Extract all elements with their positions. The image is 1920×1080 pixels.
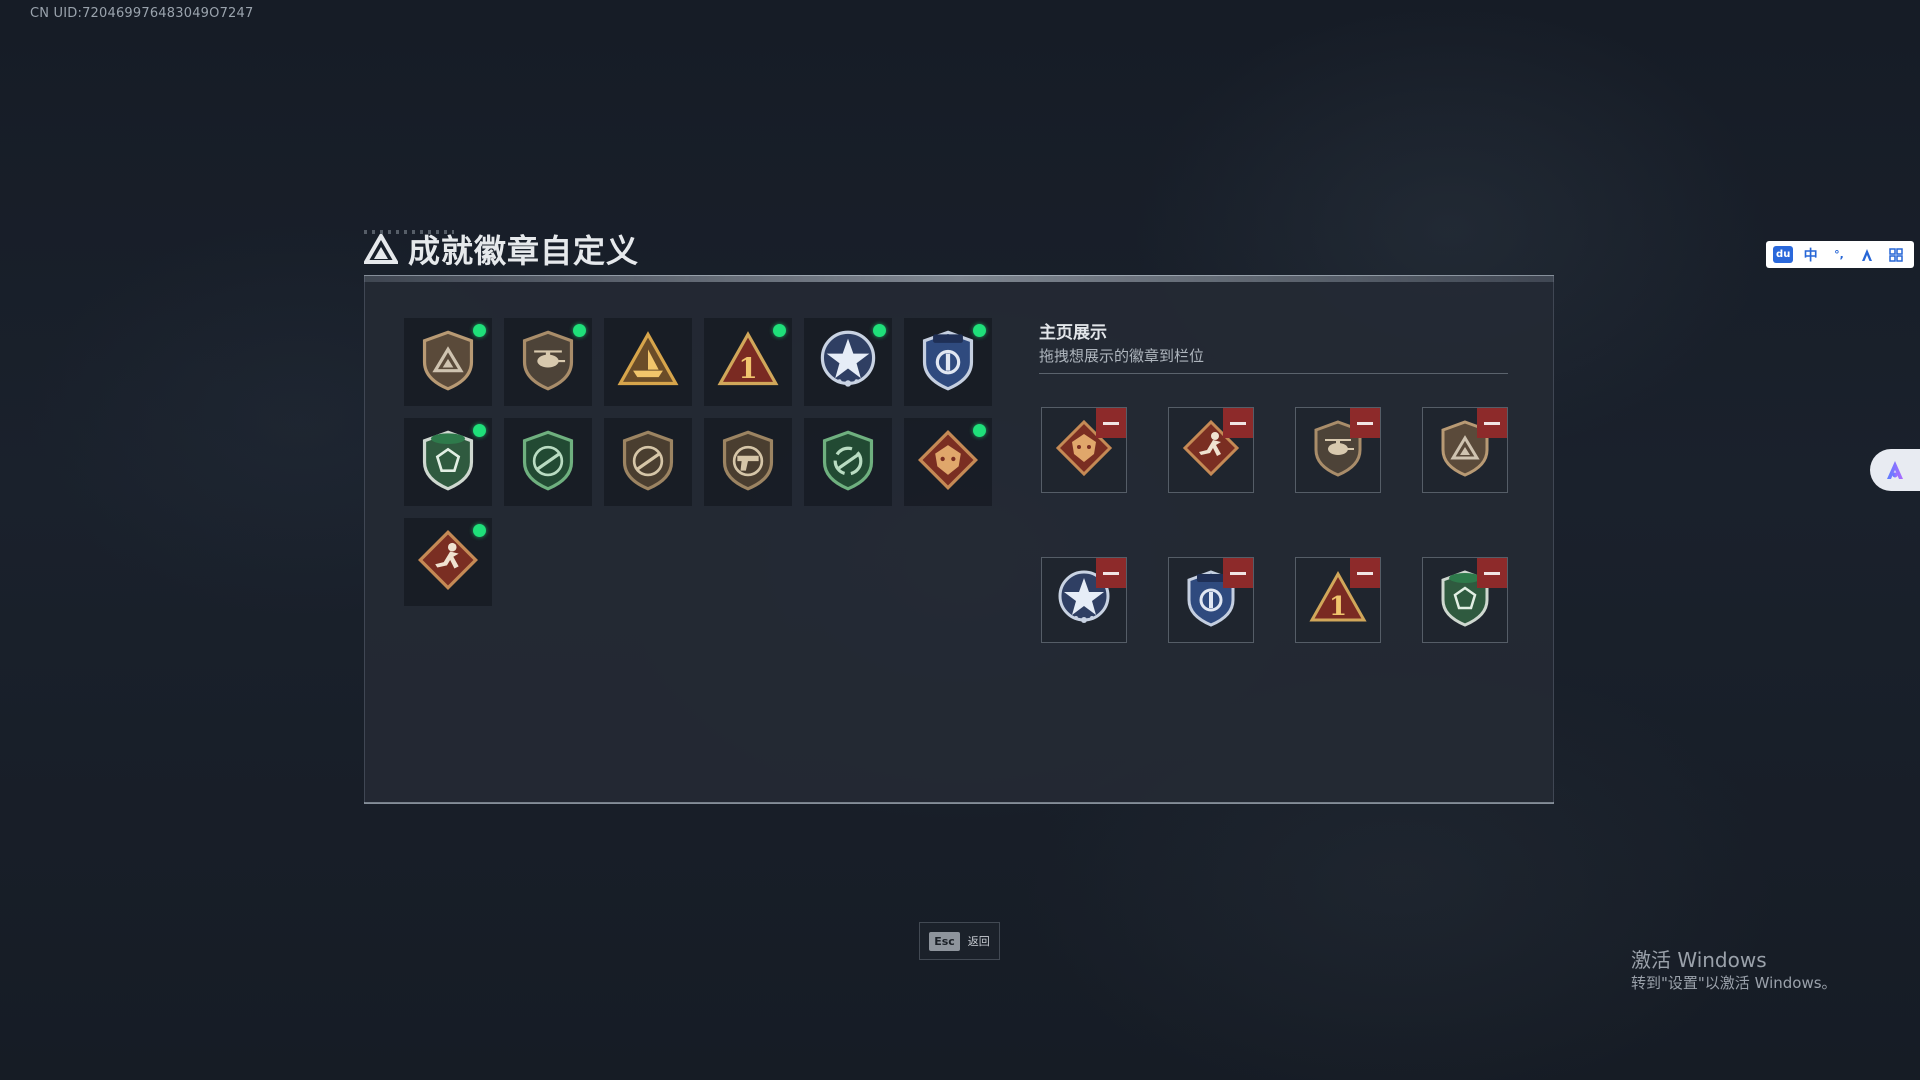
showcase-slot[interactable] bbox=[1168, 407, 1254, 493]
showcase-slot[interactable] bbox=[1041, 557, 1127, 643]
badge-cell[interactable] bbox=[704, 418, 792, 506]
remove-badge-button[interactable] bbox=[1350, 558, 1380, 588]
showcase-slot[interactable] bbox=[1168, 557, 1254, 643]
helicopter-shield-icon bbox=[516, 328, 580, 396]
new-indicator-dot bbox=[473, 424, 486, 437]
remove-badge-button[interactable] bbox=[1477, 408, 1507, 438]
minus-icon bbox=[1103, 421, 1119, 425]
bronze-pistol-shield-icon bbox=[716, 428, 780, 496]
ime-toolbar: du 中 °, bbox=[1766, 241, 1914, 268]
panel-bottom-border bbox=[364, 802, 1554, 804]
new-indicator-dot bbox=[473, 324, 486, 337]
minus-icon bbox=[1230, 421, 1246, 425]
remove-badge-button[interactable] bbox=[1096, 408, 1126, 438]
new-indicator-dot bbox=[973, 324, 986, 337]
ime-language-toggle[interactable]: 中 bbox=[1800, 245, 1822, 265]
badge-cell[interactable] bbox=[504, 418, 592, 506]
uid-label: CN UID:720469976483049O7247 bbox=[30, 6, 254, 21]
badge-cell[interactable] bbox=[804, 318, 892, 406]
remove-badge-button[interactable] bbox=[1350, 408, 1380, 438]
badge-cell[interactable] bbox=[604, 418, 692, 506]
svg-text:1: 1 bbox=[738, 352, 757, 385]
showcase-title: 主页展示 bbox=[1039, 323, 1107, 343]
badge-cell[interactable] bbox=[404, 318, 492, 406]
minus-icon bbox=[1230, 571, 1246, 575]
red-runner-diamond-icon bbox=[416, 528, 480, 596]
assistant-float-button[interactable] bbox=[1870, 449, 1920, 491]
activation-subtitle: 转到"设置"以激活 Windows。 bbox=[1631, 974, 1837, 992]
red-dragon-diamond-icon bbox=[916, 428, 980, 496]
ime-grid-menu-icon[interactable] bbox=[1885, 245, 1907, 265]
remove-badge-button[interactable] bbox=[1223, 558, 1253, 588]
minus-icon bbox=[1103, 571, 1119, 575]
badge-cell[interactable]: 1 bbox=[704, 318, 792, 406]
remove-badge-button[interactable] bbox=[1477, 558, 1507, 588]
red-number-one-triangle-icon: 1 bbox=[716, 328, 780, 396]
bronze-triangle-shield-icon bbox=[416, 328, 480, 396]
bronze-rifle-shield-icon bbox=[616, 428, 680, 496]
badge-cell[interactable] bbox=[904, 318, 992, 406]
green-cycle-shield-icon bbox=[816, 428, 880, 496]
badge-cell[interactable] bbox=[404, 518, 492, 606]
badge-grid: 1 bbox=[404, 318, 992, 606]
badge-cell[interactable] bbox=[804, 418, 892, 506]
ime-logo-icon[interactable]: du bbox=[1773, 246, 1794, 263]
page-header: 成就徽章自定义 bbox=[364, 226, 639, 272]
badge-cell[interactable] bbox=[604, 318, 692, 406]
ime-punctuation-toggle[interactable]: °, bbox=[1828, 245, 1850, 265]
showcase-slot[interactable] bbox=[1422, 557, 1508, 643]
remove-badge-button[interactable] bbox=[1096, 558, 1126, 588]
showcase-slot[interactable]: 1 bbox=[1295, 557, 1381, 643]
back-button[interactable]: Esc 返回 bbox=[919, 922, 1000, 960]
minus-icon bbox=[1484, 421, 1500, 425]
badge-cell[interactable] bbox=[904, 418, 992, 506]
green-beret-shield-icon bbox=[416, 428, 480, 496]
page-title: 成就徽章自定义 bbox=[408, 232, 640, 270]
svg-text:1: 1 bbox=[1329, 592, 1347, 622]
showcase-divider bbox=[1039, 373, 1508, 374]
triangle-logo-icon bbox=[364, 234, 398, 264]
new-indicator-dot bbox=[973, 424, 986, 437]
assistant-icon bbox=[1887, 461, 1903, 479]
remove-badge-button[interactable] bbox=[1223, 408, 1253, 438]
silver-star-medal-icon bbox=[816, 328, 880, 396]
new-indicator-dot bbox=[473, 524, 486, 537]
new-indicator-dot bbox=[873, 324, 886, 337]
minus-icon bbox=[1484, 571, 1500, 575]
minus-icon bbox=[1357, 421, 1373, 425]
green-rifle-shield-icon bbox=[516, 428, 580, 496]
blue-police-shield-icon bbox=[916, 328, 980, 396]
badge-cell[interactable] bbox=[404, 418, 492, 506]
badge-cell[interactable] bbox=[504, 318, 592, 406]
panel-top-border bbox=[364, 275, 1554, 282]
new-indicator-dot bbox=[573, 324, 586, 337]
esc-key-hint: Esc bbox=[929, 931, 960, 951]
ime-assistant-icon[interactable] bbox=[1856, 245, 1878, 265]
showcase-slots: 1 bbox=[1041, 407, 1508, 643]
new-indicator-dot bbox=[773, 324, 786, 337]
showcase-slot[interactable] bbox=[1041, 407, 1127, 493]
showcase-slot[interactable] bbox=[1422, 407, 1508, 493]
showcase-subtitle: 拖拽想展示的徽章到栏位 bbox=[1039, 347, 1205, 365]
minus-icon bbox=[1357, 571, 1373, 575]
activation-title: 激活 Windows bbox=[1631, 948, 1767, 972]
gold-ship-triangle-icon bbox=[616, 328, 680, 396]
back-label: 返回 bbox=[967, 935, 990, 948]
showcase-slot[interactable] bbox=[1295, 407, 1381, 493]
